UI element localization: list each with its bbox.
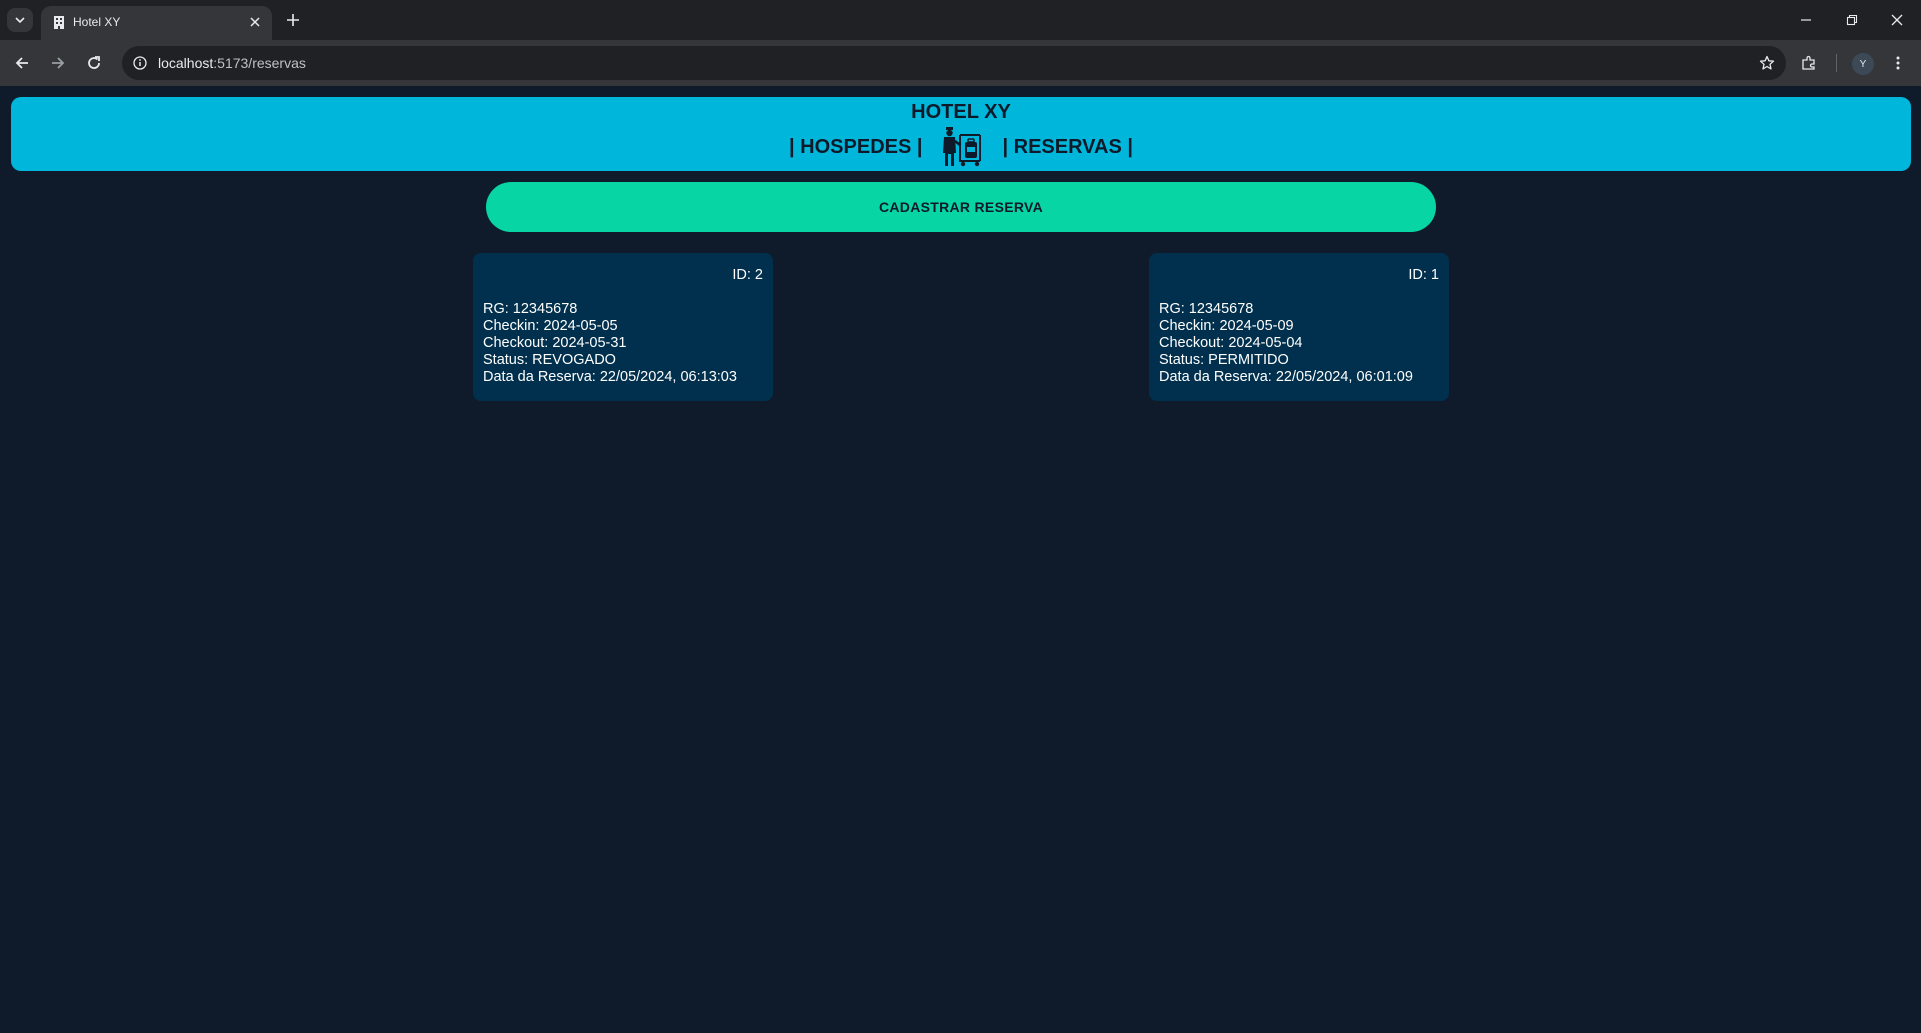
site-info-icon[interactable] xyxy=(130,53,150,73)
bellhop-luggage-icon xyxy=(943,127,982,167)
building-favicon xyxy=(54,16,64,29)
reservation-id: ID: 2 xyxy=(732,267,763,283)
minimize-icon[interactable] xyxy=(1786,6,1826,34)
tab-title: Hotel XY xyxy=(73,15,121,29)
forward-arrow-icon[interactable] xyxy=(46,51,70,75)
reservation-id: ID: 1 xyxy=(1408,267,1439,283)
register-reservation-button[interactable]: CADASTRAR RESERVA xyxy=(486,182,1436,232)
back-arrow-icon[interactable] xyxy=(10,51,34,75)
url-host: localhost xyxy=(158,55,214,71)
extensions-icon[interactable] xyxy=(1797,51,1821,75)
nav-link-hospedes[interactable]: | HOSPEDES | xyxy=(789,136,922,159)
plus-icon[interactable] xyxy=(281,8,305,32)
reservation-card: ID: 2 RG: 12345678 Checkin: 2024-05-05 C… xyxy=(473,253,773,401)
tab-search-icon[interactable] xyxy=(7,8,33,32)
url-text: localhost:5173/reservas xyxy=(158,55,306,71)
reservation-date: Data da Reserva: 22/05/2024, 06:01:09 xyxy=(1159,369,1413,385)
site-header: HOTEL XY | HOSPEDES | | RESERVAS | xyxy=(11,97,1911,171)
nav-link-reservas[interactable]: | RESERVAS | xyxy=(1002,136,1133,159)
brand-title: HOTEL XY xyxy=(911,101,1011,123)
reservation-checkin: Checkin: 2024-05-09 xyxy=(1159,318,1294,334)
reservation-checkout: Checkout: 2024-05-04 xyxy=(1159,335,1303,351)
reload-icon[interactable] xyxy=(82,51,106,75)
star-icon[interactable] xyxy=(1756,52,1778,74)
address-bar[interactable]: localhost:5173/reservas xyxy=(122,46,1786,80)
reservation-checkout: Checkout: 2024-05-31 xyxy=(483,335,627,351)
restore-icon[interactable] xyxy=(1832,6,1872,34)
toolbar-separator xyxy=(1836,54,1837,72)
close-icon[interactable] xyxy=(246,13,264,31)
browser-toolbar: localhost:5173/reservas xyxy=(0,40,1921,86)
browser-tabstrip: Hotel XY xyxy=(0,0,1921,40)
browser-tab[interactable]: Hotel XY xyxy=(41,6,272,40)
reservation-status: Status: PERMITIDO xyxy=(1159,352,1289,368)
reservation-card: ID: 1 RG: 12345678 Checkin: 2024-05-09 C… xyxy=(1149,253,1449,401)
main-nav: | HOSPEDES | | RESERVAS | xyxy=(11,127,1911,167)
close-window-icon[interactable] xyxy=(1877,6,1917,34)
menu-dots-icon[interactable] xyxy=(1886,51,1910,75)
reservation-status: Status: REVOGADO xyxy=(483,352,616,368)
reservation-date: Data da Reserva: 22/05/2024, 06:13:03 xyxy=(483,369,737,385)
profile-avatar[interactable]: Y xyxy=(1852,53,1874,75)
url-path: :5173/reservas xyxy=(213,55,306,71)
reservation-rg: RG: 12345678 xyxy=(483,301,578,317)
reservation-checkin: Checkin: 2024-05-05 xyxy=(483,318,618,334)
reservation-rg: RG: 12345678 xyxy=(1159,301,1254,317)
